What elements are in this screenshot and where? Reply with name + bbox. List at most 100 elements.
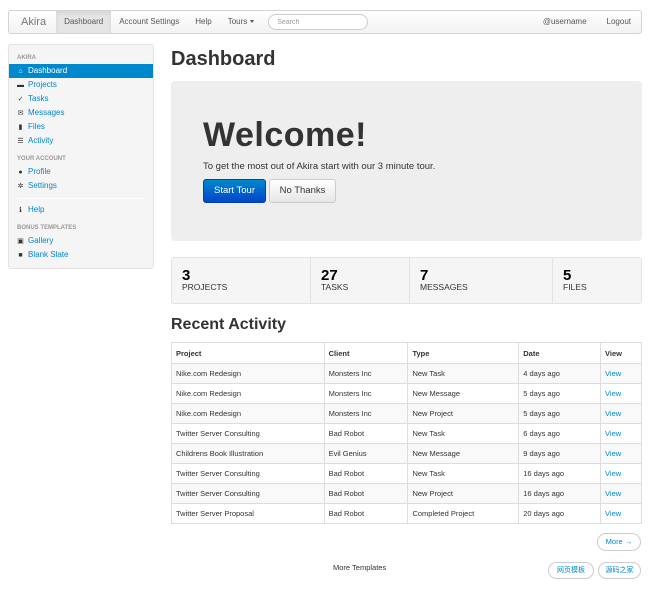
stat-projects[interactable]: 3 PROJECTS xyxy=(172,258,311,303)
cell-client: Bad Robot xyxy=(323,423,409,444)
stat-tasks[interactable]: 27 TASKS xyxy=(311,258,410,303)
cell-view: View xyxy=(600,483,642,504)
sidebar-item-label: Help xyxy=(28,205,45,214)
envelope-icon: ✉ xyxy=(17,109,24,117)
info-icon: ℹ xyxy=(19,206,22,214)
table-header-row: Project Client Type Date View xyxy=(171,342,642,364)
view-link[interactable]: View xyxy=(605,469,621,478)
sidebar-item-messages[interactable]: ✉ Messages xyxy=(9,106,153,120)
stat-messages[interactable]: 7 MESSAGES xyxy=(410,258,553,303)
nav-account-settings[interactable]: Account Settings xyxy=(111,11,187,33)
stat-label: PROJECTS xyxy=(182,282,228,292)
sidebar-item-label: Dashboard xyxy=(28,66,68,75)
cell-type: New Task xyxy=(407,423,520,444)
sidebar-item-label: Files xyxy=(28,122,45,131)
sidebar-item-profile[interactable]: ● Profile xyxy=(9,165,153,179)
folder-icon: ▬ xyxy=(17,81,24,89)
view-link[interactable]: View xyxy=(605,449,621,458)
nav-username[interactable]: @username xyxy=(533,11,597,33)
cell-project: Nike.com Redesign xyxy=(171,383,325,404)
stat-files[interactable]: 5 FILES xyxy=(553,258,641,303)
column-header-client: Client xyxy=(323,342,409,364)
no-thanks-button[interactable]: No Thanks xyxy=(269,179,336,203)
sidebar-item-settings[interactable]: ✲ Settings xyxy=(9,179,153,193)
cell-date: 4 days ago xyxy=(518,363,602,384)
cell-type: New Project xyxy=(407,483,520,504)
gear-icon: ✲ xyxy=(17,182,24,190)
brand-logo[interactable]: Akira xyxy=(9,16,56,28)
sidebar-header-account: YOUR ACCOUNT xyxy=(17,156,66,162)
cell-view: View xyxy=(600,363,642,384)
view-link[interactable]: View xyxy=(605,409,621,418)
stat-label: FILES xyxy=(563,282,587,292)
cell-date: 6 days ago xyxy=(518,423,602,444)
cell-client: Bad Robot xyxy=(323,483,409,504)
stat-label: MESSAGES xyxy=(420,282,468,292)
cell-project: Nike.com Redesign xyxy=(171,363,325,384)
cell-type: Completed Project xyxy=(407,503,520,524)
sidebar-item-label: Projects xyxy=(28,80,57,89)
footer-button-templates[interactable]: 网页模板 xyxy=(548,562,594,579)
cell-client: Monsters Inc xyxy=(323,363,409,384)
view-link[interactable]: View xyxy=(605,489,621,498)
sidebar-item-label: Activity xyxy=(28,136,54,145)
column-header-view: View xyxy=(600,342,642,364)
cell-view: View xyxy=(600,463,642,484)
table-row: Twitter Server Consulting Bad Robot New … xyxy=(171,423,642,444)
footer-button-source[interactable]: 源码之家 xyxy=(598,562,641,579)
sidebar-item-files[interactable]: ▮ Files xyxy=(9,120,153,134)
sidebar: AKIRA ⌂ Dashboard ▬ Projects ✓ Tasks ✉ Messa… xyxy=(8,44,154,269)
recent-activity-title: Recent Activity xyxy=(171,316,286,333)
cell-type: New Project xyxy=(407,403,520,424)
recent-activity-table: Project Client Type Date View Nike.com R… xyxy=(171,342,642,524)
cell-project: Nike.com Redesign xyxy=(171,403,325,424)
file-icon: ▮ xyxy=(18,123,23,131)
table-row: Nike.com Redesign Monsters Inc New Task … xyxy=(171,363,642,384)
nav-logout[interactable]: Logout xyxy=(597,11,641,33)
caret-down-icon xyxy=(250,20,255,24)
sidebar-item-tasks[interactable]: ✓ Tasks xyxy=(9,92,153,106)
search-input[interactable] xyxy=(268,14,369,30)
table-row: Childrens Book Illustration Evil Genius … xyxy=(171,443,642,464)
cell-view: View xyxy=(600,383,642,404)
table-row: Twitter Server Proposal Bad Robot Comple… xyxy=(171,503,642,524)
sidebar-item-gallery[interactable]: ▣ Gallery xyxy=(9,234,153,248)
nav-help[interactable]: Help xyxy=(187,11,219,33)
view-link[interactable]: View xyxy=(605,429,621,438)
cell-type: New Message xyxy=(407,383,520,404)
sidebar-header-bonus: BONUS TEMPLATES xyxy=(17,225,77,231)
cell-type: New Task xyxy=(407,463,520,484)
start-tour-button[interactable]: Start Tour xyxy=(203,179,266,203)
sidebar-item-activity[interactable]: ☰ Activity xyxy=(9,134,153,148)
stats-bar: 3 PROJECTS 27 TASKS 7 MESSAGES 5 FILES xyxy=(171,257,642,304)
view-link[interactable]: View xyxy=(605,389,621,398)
picture-icon: ▣ xyxy=(17,237,24,245)
view-link[interactable]: View xyxy=(605,509,621,518)
cell-view: View xyxy=(600,503,642,524)
table-row: Twitter Server Consulting Bad Robot New … xyxy=(171,483,642,504)
sidebar-item-label: Gallery xyxy=(28,236,54,245)
sidebar-item-blank-slate[interactable]: ■ Blank Slate xyxy=(9,248,153,262)
nav-dashboard[interactable]: Dashboard xyxy=(56,11,112,33)
cell-type: New Task xyxy=(407,363,520,384)
cell-date: 5 days ago xyxy=(518,403,602,424)
cell-project: Twitter Server Consulting xyxy=(171,423,325,444)
cell-view: View xyxy=(600,423,642,444)
home-icon: ⌂ xyxy=(18,67,23,75)
sidebar-header-akira: AKIRA xyxy=(17,55,36,61)
sidebar-item-label: Blank Slate xyxy=(28,250,69,259)
sidebar-item-help[interactable]: ℹ Help xyxy=(9,203,153,217)
cell-date: 16 days ago xyxy=(518,463,602,484)
more-button[interactable]: More → xyxy=(597,533,641,551)
table-row: Nike.com Redesign Monsters Inc New Messa… xyxy=(171,383,642,404)
column-header-date: Date xyxy=(518,342,602,364)
nav-tours-dropdown[interactable]: Tours xyxy=(220,11,263,33)
sidebar-item-label: Profile xyxy=(28,167,51,176)
sidebar-item-dashboard[interactable]: ⌂ Dashboard xyxy=(9,64,153,78)
check-icon: ✓ xyxy=(17,95,24,103)
view-link[interactable]: View xyxy=(605,369,621,378)
more-templates-text: More Templates xyxy=(333,563,387,572)
welcome-hero: Welcome! To get the most out of Akira st… xyxy=(171,81,642,241)
nav-tours-label: Tours xyxy=(227,17,248,26)
sidebar-item-projects[interactable]: ▬ Projects xyxy=(9,78,153,92)
